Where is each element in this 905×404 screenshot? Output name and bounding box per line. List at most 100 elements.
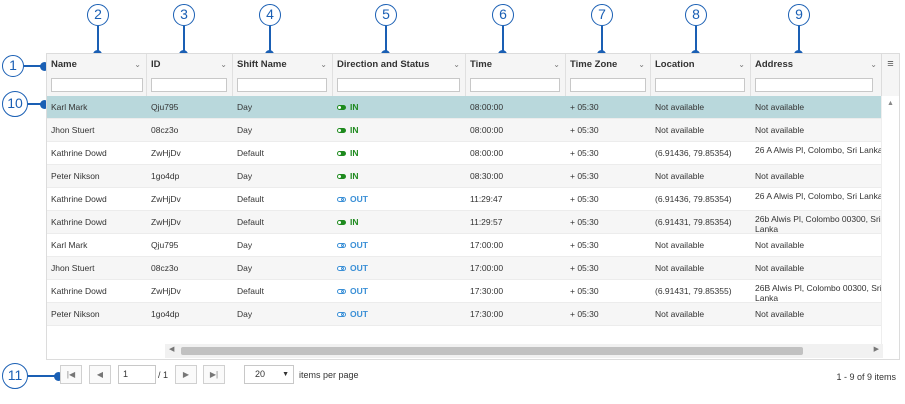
status-label: IN xyxy=(350,171,359,181)
status-label: IN xyxy=(350,102,359,112)
vertical-scrollbar[interactable]: ▲ xyxy=(881,96,899,346)
scroll-left-icon[interactable]: ◀ xyxy=(169,345,174,353)
cell-name: Peter Nikson xyxy=(51,171,100,181)
horizontal-scrollbar[interactable]: ◀ ▶ xyxy=(165,344,883,358)
filter-row xyxy=(47,74,899,97)
status-label: OUT xyxy=(350,240,368,250)
header-row: Name ⌄ ID ⌄ Shift Name ⌄ Direction and Status ⌄… xyxy=(47,54,899,75)
next-page-icon: ▶ xyxy=(182,370,190,379)
status-label: IN xyxy=(350,217,359,227)
filter-input[interactable] xyxy=(655,78,745,92)
cell-id: 1go4dp xyxy=(151,171,180,181)
toggle-on-icon xyxy=(337,151,346,157)
column-header-label: Direction and Status xyxy=(337,59,430,70)
callout-leader xyxy=(385,26,387,53)
cell-tz: + 05:30 xyxy=(570,263,599,273)
chevron-down-icon[interactable]: ⌄ xyxy=(553,54,560,76)
table-row[interactable]: Karl Mark Qju795 Day OUT 17:00:00 + 05:30 Not … xyxy=(47,234,883,257)
cell-shift: Day xyxy=(237,263,253,273)
table-row[interactable]: Kathrine Dowd ZwHjDv Default IN 08:00:00 + 05… xyxy=(47,142,883,165)
cell-location: (6.91431, 79.85355) xyxy=(655,286,732,296)
scroll-right-icon[interactable]: ▶ xyxy=(874,345,879,353)
cell-name: Peter Nikson xyxy=(51,309,100,319)
items-per-page-label: items per page xyxy=(299,370,359,380)
cell-shift: Default xyxy=(237,194,264,204)
column-header-shift-name[interactable]: Shift Name ⌄ xyxy=(233,54,333,74)
cell-id: 1go4dp xyxy=(151,309,180,319)
cell-tz: + 05:30 xyxy=(570,148,599,158)
cell-shift: Default xyxy=(237,217,264,227)
column-header-time[interactable]: Time ⌄ xyxy=(466,54,566,74)
pager-info: 1 - 9 of 9 items xyxy=(836,372,896,382)
column-header-direction-and-status[interactable]: Direction and Status ⌄ xyxy=(333,54,466,74)
scroll-up-icon[interactable]: ▲ xyxy=(887,100,894,107)
toggle-off-icon xyxy=(337,312,346,318)
status-cell: IN xyxy=(333,119,466,142)
filter-cell xyxy=(466,74,566,96)
next-page-button[interactable]: ▶ xyxy=(175,365,197,384)
callout-leader xyxy=(601,26,603,53)
first-page-button[interactable]: |◀ xyxy=(60,365,82,384)
table-row[interactable]: Kathrine Dowd ZwHjDv Default IN 11:29:57 + 05… xyxy=(47,211,883,234)
chevron-down-icon[interactable]: ⌄ xyxy=(320,54,327,76)
column-header-location[interactable]: Location ⌄ xyxy=(651,54,751,74)
chevron-down-icon[interactable]: ⌄ xyxy=(134,54,141,76)
cell-location: Not available xyxy=(655,309,705,319)
cell-name: Kathrine Dowd xyxy=(51,217,107,227)
chevron-down-icon[interactable]: ⌄ xyxy=(638,54,645,76)
callout-leader xyxy=(695,26,697,53)
callout-leader xyxy=(798,26,800,53)
column-header-address[interactable]: Address ⌄ xyxy=(751,54,883,74)
attendance-grid: Name ⌄ ID ⌄ Shift Name ⌄ Direction and Status ⌄… xyxy=(46,53,900,360)
prev-page-button[interactable]: ◀ xyxy=(89,365,111,384)
pager: |◀ ◀ 1 / 1 ▶ ▶| 20 ▼ items per page 1 - … xyxy=(46,360,900,390)
cell-name: Jhon Stuert xyxy=(51,125,95,135)
column-header-name[interactable]: Name ⌄ xyxy=(47,54,147,74)
cell-tz: + 05:30 xyxy=(570,217,599,227)
cell-address: 26 A Alwis Pl, Colombo, Sri Lanka xyxy=(755,145,883,155)
cell-time: 08:30:00 xyxy=(470,171,504,181)
cell-id: 08cz3o xyxy=(151,263,179,273)
page-number-input[interactable]: 1 xyxy=(118,365,156,384)
table-row[interactable]: Kathrine Dowd ZwHjDv Default OUT 17:30:00 + 0… xyxy=(47,280,883,303)
last-page-button[interactable]: ▶| xyxy=(203,365,225,384)
cell-name: Kathrine Dowd xyxy=(51,194,107,204)
filter-input[interactable] xyxy=(237,78,327,92)
chevron-down-icon: ▼ xyxy=(282,371,289,378)
cell-address: Not available xyxy=(755,102,805,112)
cell-address: 26 A Alwis Pl, Colombo, Sri Lanka xyxy=(755,191,883,201)
chevron-down-icon[interactable]: ⌄ xyxy=(453,54,460,76)
page-size-select[interactable]: 20 ▼ xyxy=(244,365,294,384)
chevron-down-icon[interactable]: ⌄ xyxy=(738,54,745,76)
column-header-label: Location xyxy=(655,59,695,70)
table-row[interactable]: Jhon Stuert 08cz3o Day IN 08:00:00 + 05:30 Not… xyxy=(47,119,883,142)
filter-input[interactable] xyxy=(337,78,460,92)
cell-shift: Day xyxy=(237,171,253,181)
filter-input[interactable] xyxy=(51,78,143,92)
status-cell: OUT xyxy=(333,257,466,280)
filter-input[interactable] xyxy=(151,78,227,92)
column-menu-button[interactable]: ≡ xyxy=(881,54,899,96)
column-header-id[interactable]: ID ⌄ xyxy=(147,54,233,74)
filter-input[interactable] xyxy=(570,78,646,92)
cell-location: (6.91431, 79.85354) xyxy=(655,217,732,227)
column-header-time-zone[interactable]: Time Zone ⌄ xyxy=(566,54,651,74)
first-page-icon: |◀ xyxy=(66,370,76,379)
cell-id: 08cz3o xyxy=(151,125,179,135)
cell-address: Not available xyxy=(755,171,805,181)
filter-input[interactable] xyxy=(470,78,560,92)
column-header-label: Name xyxy=(51,59,77,70)
table-row[interactable]: Jhon Stuert 08cz3o Day OUT 17:00:00 + 05:30 No… xyxy=(47,257,883,280)
cell-shift: Day xyxy=(237,102,253,112)
table-row[interactable]: Peter Nikson 1go4dp Day OUT 17:30:00 + 05:30 N… xyxy=(47,303,883,326)
cell-location: (6.91436, 79.85354) xyxy=(655,148,732,158)
chevron-down-icon[interactable]: ⌄ xyxy=(220,54,227,76)
horizontal-scroll-thumb[interactable] xyxy=(181,347,803,355)
table-row[interactable]: Kathrine Dowd ZwHjDv Default OUT 11:29:47 + 0… xyxy=(47,188,883,211)
filter-input[interactable] xyxy=(755,78,873,92)
callout-3: 3 xyxy=(173,4,195,26)
status-cell: IN xyxy=(333,142,466,165)
chevron-down-icon[interactable]: ⌄ xyxy=(870,54,877,76)
table-row[interactable]: Karl Mark Qju795 Day IN 08:00:00 + 05:30 Not a… xyxy=(47,96,883,119)
table-row[interactable]: Peter Nikson 1go4dp Day IN 08:30:00 + 05:30 No… xyxy=(47,165,883,188)
